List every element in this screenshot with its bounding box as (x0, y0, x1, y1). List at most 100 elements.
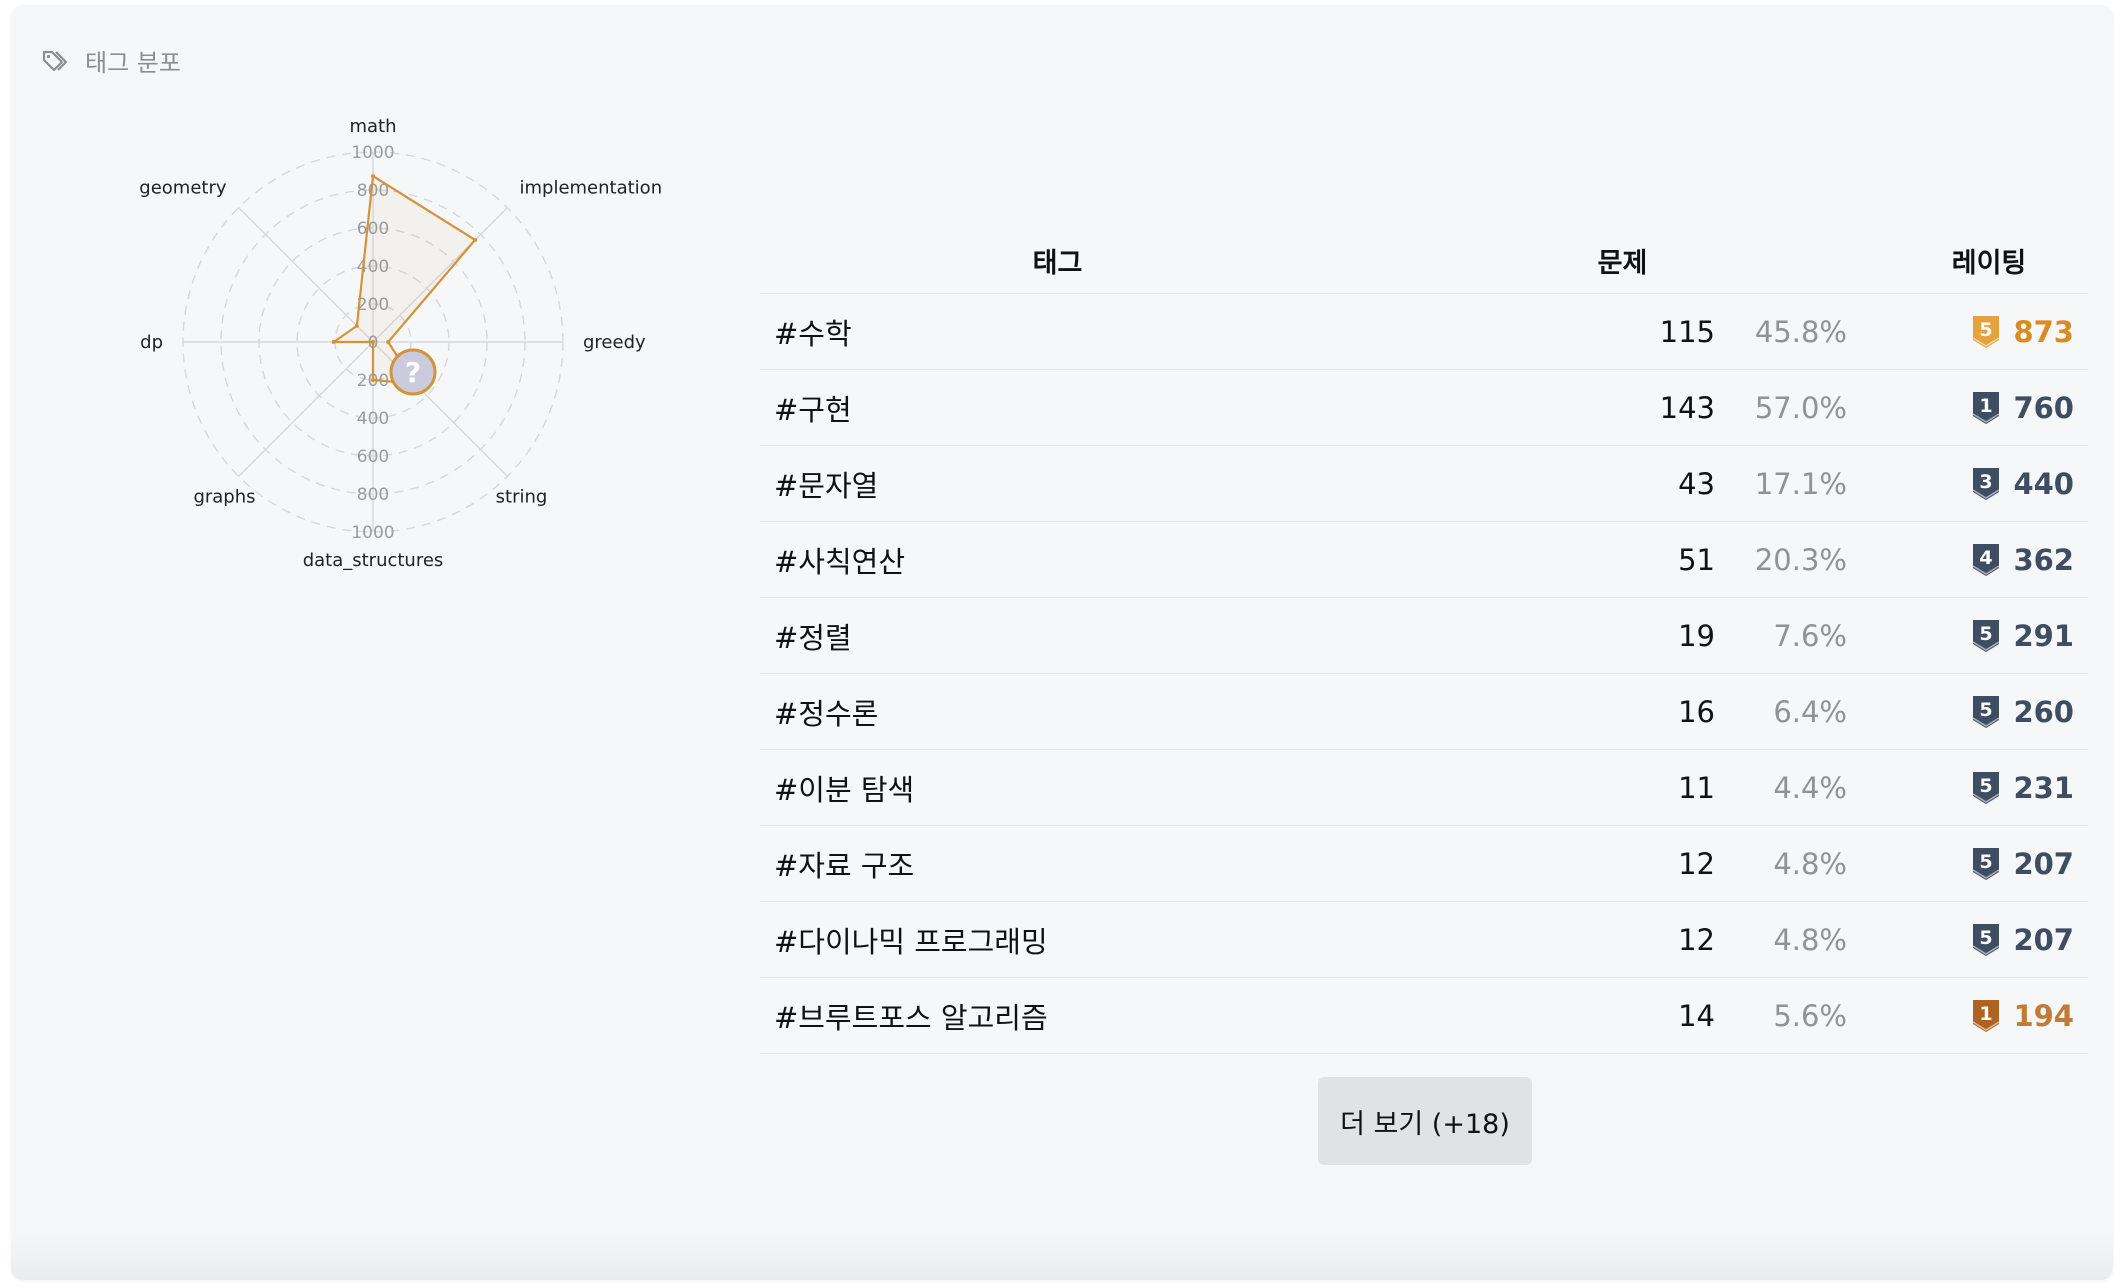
rating-value: 873 (2013, 314, 2074, 349)
row-count: 43 (1678, 466, 1715, 501)
row-percent: 5.6% (1773, 998, 1847, 1033)
svg-text:5: 5 (1980, 927, 1993, 949)
data-point (473, 237, 478, 242)
row-rating: 5 873 (1847, 314, 2088, 350)
rating-value: 362 (2013, 542, 2074, 577)
svg-text:5: 5 (1980, 775, 1993, 797)
axis-label: geometry (139, 178, 227, 199)
radar-chart: 020020040040060060080080010001000mathimp… (139, 116, 662, 571)
card-footer-shade (11, 1230, 2113, 1280)
tick-label: 800 (357, 485, 389, 505)
tick-label: 600 (357, 447, 389, 467)
data-point (354, 323, 359, 328)
row-tag[interactable]: #자료 구조 (760, 843, 1590, 885)
row-count: 12 (1678, 922, 1715, 957)
tier-badge-icon: 5 (1973, 771, 2000, 804)
rating-value: 760 (2013, 390, 2074, 425)
row-tag[interactable]: #구현 (760, 387, 1590, 429)
tier-badge-icon: 5 (1973, 315, 2000, 348)
row-count: 11 (1678, 770, 1715, 805)
tick-label: 1000 (351, 143, 394, 163)
header-problems: 문제 (1597, 247, 1648, 279)
row-tag[interactable]: #문자열 (760, 463, 1590, 505)
row-percent: 4.8% (1773, 846, 1847, 881)
table-row[interactable]: #문자열 43 17.1% 3 440 (760, 446, 2088, 522)
axis-label: implementation (519, 178, 662, 199)
tier-badge-icon: 4 (1973, 543, 2000, 576)
row-tag[interactable]: #정수론 (760, 691, 1590, 733)
rating-value: 194 (2013, 998, 2074, 1033)
data-point (386, 340, 391, 344)
svg-text:5: 5 (1980, 319, 1993, 341)
svg-text:5: 5 (1980, 851, 1993, 873)
rating-value: 440 (2013, 466, 2074, 501)
row-count: 16 (1678, 694, 1715, 729)
row-tag[interactable]: #다이나믹 프로그래밍 (760, 919, 1590, 961)
row-tag[interactable]: #수학 (760, 311, 1590, 353)
table-row[interactable]: #구현 143 57.0% 1 760 (760, 370, 2088, 446)
row-rating: 1 194 (1847, 998, 2088, 1034)
table-body: #수학 115 45.8% 5 873 #구현 143 57.0% 1 760 #문자열 43 17.1… (760, 294, 2088, 1054)
row-rating: 5 207 (1847, 922, 2088, 958)
tier-badge-icon: 3 (1973, 467, 2000, 500)
row-percent: 6.4% (1773, 694, 1847, 729)
tag-distribution-card: 태그 분포 020020040040060060080080010001000m… (11, 5, 2113, 1280)
table-row[interactable]: #이분 탐색 11 4.4% 5 231 (760, 750, 2088, 826)
svg-text:5: 5 (1980, 699, 1993, 721)
row-rating: 5 291 (1847, 618, 2088, 654)
axis-label: string (496, 486, 548, 507)
svg-text:3: 3 (1980, 471, 1993, 493)
svg-text:1: 1 (1980, 1003, 1993, 1025)
axis-label: greedy (583, 332, 646, 353)
tier-badge-icon: 1 (1973, 391, 2000, 424)
row-count: 115 (1659, 314, 1715, 349)
row-count: 51 (1678, 542, 1715, 577)
grid-spoke (238, 341, 374, 477)
row-tag[interactable]: #사칙연산 (760, 539, 1590, 581)
table-row[interactable]: #정렬 19 7.6% 5 291 (760, 598, 2088, 674)
row-rating: 4 362 (1847, 542, 2088, 578)
row-percent: 7.6% (1773, 618, 1847, 653)
table-row[interactable]: #수학 115 45.8% 5 873 (760, 294, 2088, 370)
data-point (331, 340, 336, 344)
row-rating: 5 231 (1847, 770, 2088, 806)
row-percent: 45.8% (1754, 314, 1847, 349)
tick-label: 400 (357, 409, 389, 429)
rating-value: 231 (2013, 770, 2074, 805)
tag-table: 태그 문제 레이팅 #수학 115 45.8% 5 873 #구현 143 57.0% 1 760… (760, 227, 2088, 1054)
table-row[interactable]: #자료 구조 12 4.8% 5 207 (760, 826, 2088, 902)
row-count: 14 (1678, 998, 1715, 1033)
tier-badge-icon: 5 (1973, 847, 2000, 880)
tier-badge-icon: 1 (1973, 999, 2000, 1032)
row-tag[interactable]: #브루트포스 알고리즘 (760, 995, 1590, 1037)
show-more-button[interactable]: 더 보기 (+18) (1318, 1077, 1532, 1165)
rating-value: 207 (2013, 922, 2074, 957)
table-row[interactable]: #사칙연산 51 20.3% 4 362 (760, 522, 2088, 598)
question-mark-glyph: ? (405, 356, 421, 389)
row-count: 19 (1678, 618, 1715, 653)
svg-text:5: 5 (1980, 623, 1993, 645)
row-rating: 3 440 (1847, 466, 2088, 502)
axis-label: data_structures (303, 550, 444, 571)
grid-spoke (238, 207, 374, 343)
header-tag: 태그 (1032, 247, 1083, 279)
rating-value: 207 (2013, 846, 2074, 881)
tick-label: 1000 (351, 523, 394, 543)
table-row[interactable]: #브루트포스 알고리즘 14 5.6% 1 194 (760, 978, 2088, 1054)
row-rating: 1 760 (1847, 390, 2088, 426)
row-count: 143 (1659, 390, 1715, 425)
table-header: 태그 문제 레이팅 (760, 227, 2088, 294)
data-point (371, 174, 375, 179)
row-tag[interactable]: #이분 탐색 (760, 767, 1590, 809)
svg-text:4: 4 (1980, 547, 1993, 569)
row-tag[interactable]: #정렬 (760, 615, 1590, 657)
data-point (371, 340, 375, 344)
tier-badge-icon: 5 (1973, 923, 2000, 956)
axis-label: math (349, 116, 396, 137)
table-row[interactable]: #다이나믹 프로그래밍 12 4.8% 5 207 (760, 902, 2088, 978)
row-percent: 57.0% (1754, 390, 1847, 425)
table-row[interactable]: #정수론 16 6.4% 5 260 (760, 674, 2088, 750)
row-percent: 4.4% (1773, 770, 1847, 805)
row-count: 12 (1678, 846, 1715, 881)
tier-badge-icon: 5 (1973, 619, 2000, 652)
